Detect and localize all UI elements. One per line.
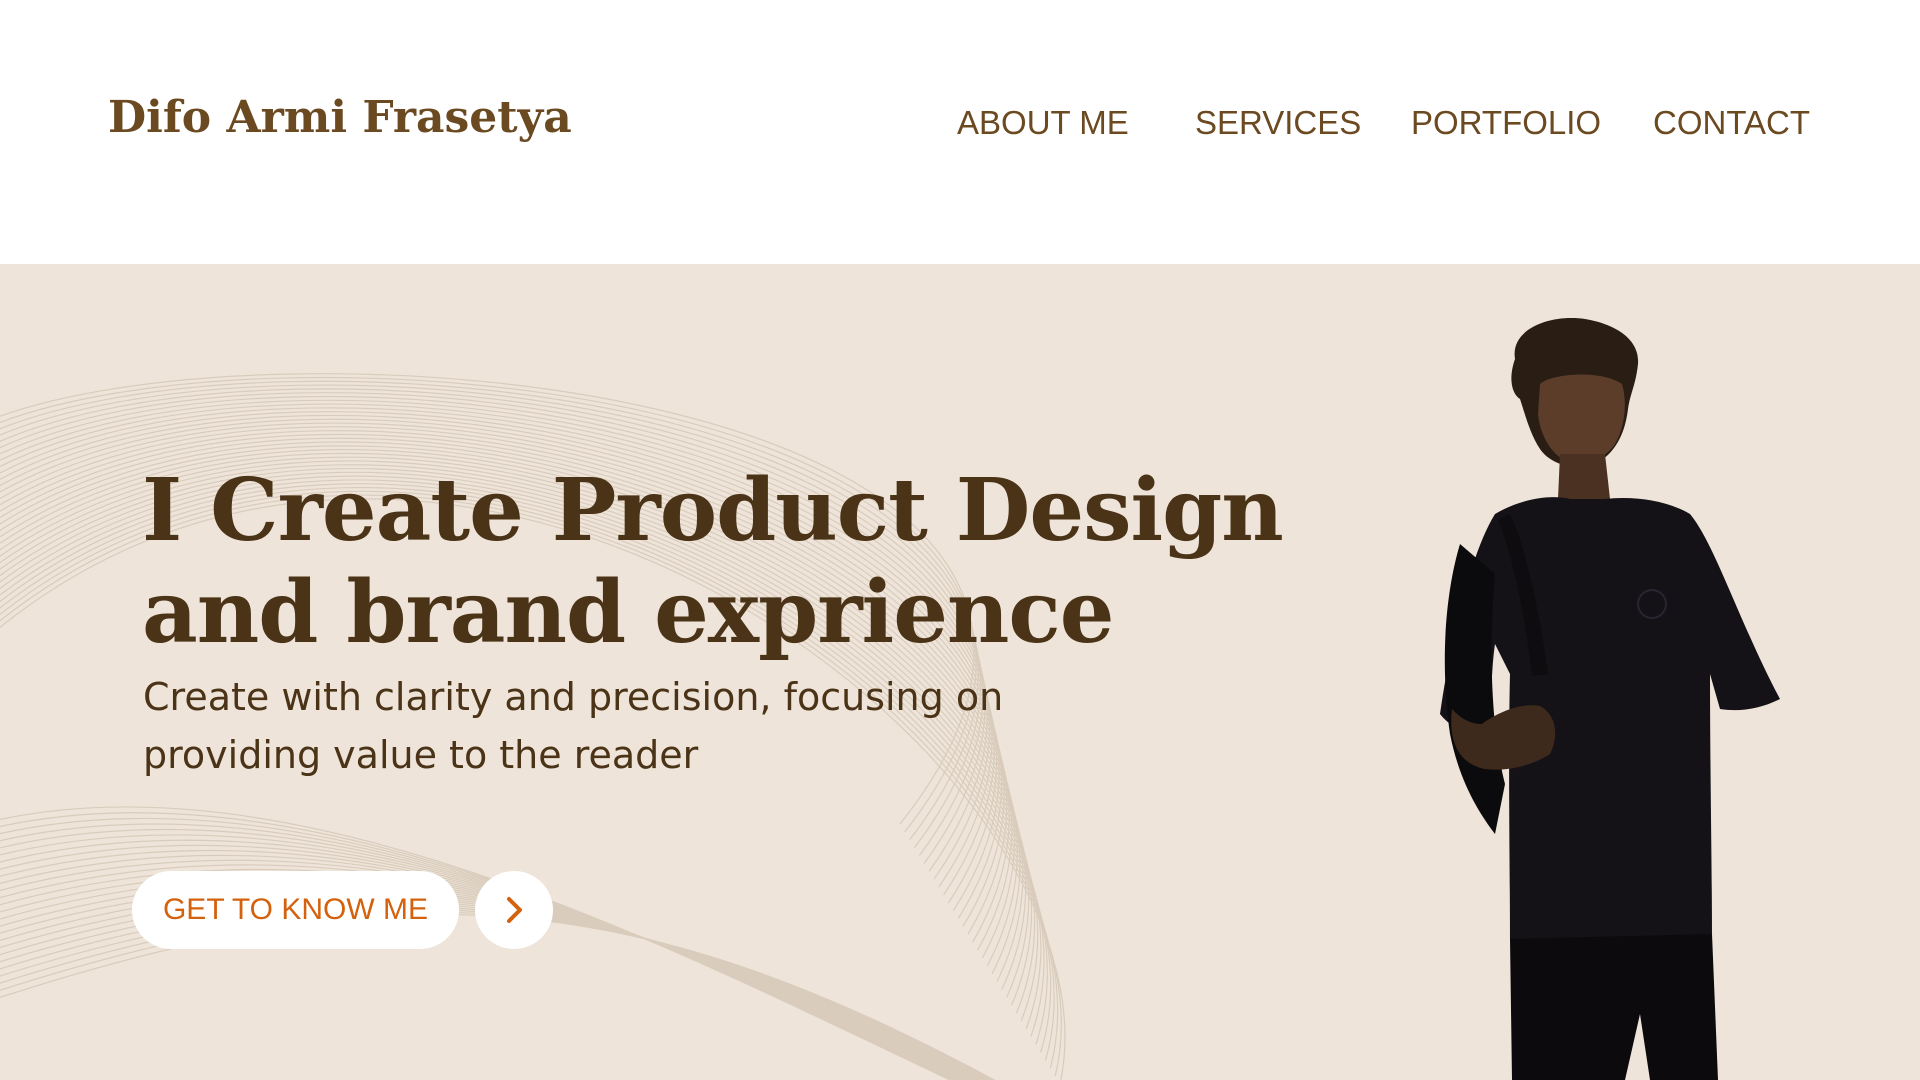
headline-line-2: and brand exprience (142, 562, 1115, 663)
subtext-line-2: providing value to the reader (143, 733, 699, 777)
hero-headline: I Create Product Design and brand exprie… (142, 460, 1284, 664)
headline-line-1: I Create Product Design (142, 460, 1284, 561)
site-header: Difo Armi Frasetya ABOUT ME SERVICES POR… (0, 0, 1920, 264)
subtext-line-1: Create with clarity and precision, focus… (143, 675, 1004, 719)
nav-about-me[interactable]: ABOUT ME (957, 104, 1129, 142)
portrait-photo (1440, 318, 1780, 1080)
decorative-wave-line (0, 823, 957, 1080)
nav-services[interactable]: SERVICES (1195, 104, 1361, 142)
decorative-wave-line (0, 834, 961, 1080)
hero-section: I Create Product Design and brand exprie… (0, 264, 1920, 1080)
nav-contact[interactable]: CONTACT (1653, 104, 1810, 142)
hero-subtext: Create with clarity and precision, focus… (143, 668, 1043, 784)
decorative-wave-line (0, 817, 956, 1080)
decorative-wave-line (0, 806, 952, 1080)
chevron-right-icon (507, 897, 522, 923)
get-to-know-me-button[interactable]: GET TO KNOW ME (132, 871, 459, 949)
nav-portfolio[interactable]: PORTFOLIO (1411, 104, 1601, 142)
next-arrow-button[interactable] (475, 871, 553, 949)
main-nav: ABOUT ME SERVICES PORTFOLIO CONTACT (0, 104, 1920, 148)
